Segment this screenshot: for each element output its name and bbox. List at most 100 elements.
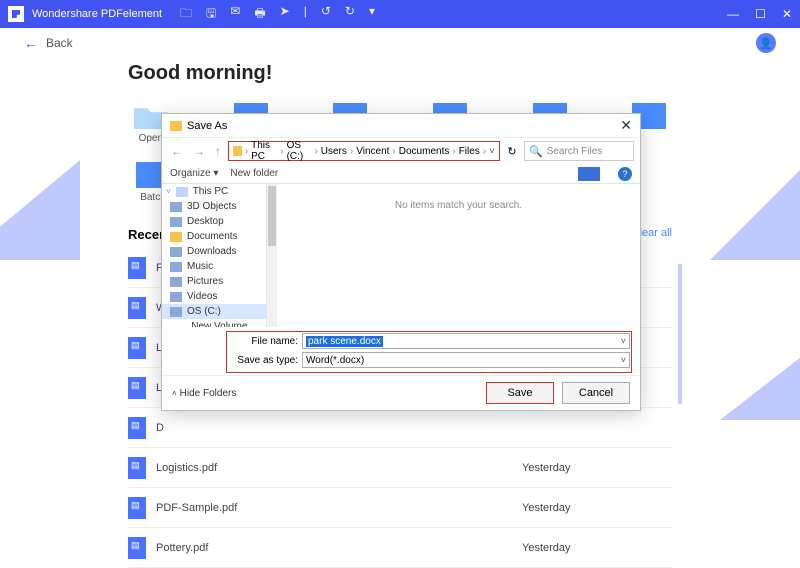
search-placeholder: Search Files	[547, 146, 603, 157]
folder-icon	[170, 121, 182, 131]
user-avatar[interactable]: 👤	[756, 33, 776, 53]
minimize-icon[interactable]: —	[727, 7, 739, 21]
recent-row[interactable]: Pottery.pdfYesterday	[128, 528, 672, 568]
search-icon: 🔍	[529, 145, 543, 158]
file-name: Logistics.pdf	[156, 462, 522, 474]
save-type-select[interactable]: Word(*.docx) ˅	[302, 352, 630, 368]
file-name: D	[156, 422, 522, 434]
chevron-down-icon[interactable]: ˅	[489, 146, 495, 157]
help-icon[interactable]: ?	[618, 167, 632, 181]
folder-icon	[176, 187, 188, 197]
chevron-right-icon: ›	[483, 146, 486, 157]
dialog-close-icon[interactable]: ✕	[620, 117, 632, 134]
file-name: Pottery.pdf	[156, 542, 522, 554]
chevron-down-icon[interactable]: ˅	[621, 355, 626, 365]
file-pane: No items match your search.	[277, 184, 640, 327]
filename-input[interactable]: park scene.docx ˅	[302, 333, 630, 349]
back-arrow-icon[interactable]: ←	[24, 35, 38, 51]
filename-label: File name:	[228, 336, 298, 347]
app-logo	[8, 6, 24, 22]
tree-label: Pictures	[187, 276, 223, 287]
redo-icon[interactable]: ↻	[345, 4, 355, 25]
document-icon	[128, 257, 146, 279]
tree-item[interactable]: ˅New Volume (D:)	[162, 319, 266, 327]
page-title: Good morning!	[128, 62, 672, 85]
close-icon[interactable]: ✕	[782, 7, 792, 21]
chevron-right-icon: ›	[350, 146, 353, 157]
folder-icon	[170, 262, 182, 272]
new-folder-button[interactable]: New folder	[230, 168, 278, 179]
hide-folders-button[interactable]: ˄Hide Folders	[172, 388, 236, 399]
recent-row[interactable]: D	[128, 408, 672, 448]
chevron-down-icon[interactable]: ˅	[621, 336, 626, 346]
organize-button[interactable]: Organize ▾	[170, 168, 218, 179]
chevron-right-icon: ›	[314, 146, 317, 157]
search-input[interactable]: 🔍 Search Files	[524, 141, 634, 161]
type-label: Save as type:	[228, 355, 298, 366]
save-icon[interactable]: 🖫	[206, 4, 216, 25]
crumb-segment[interactable]: OS (C:)	[287, 140, 312, 162]
crumb-segment[interactable]: This PC	[251, 140, 277, 162]
scrollbar[interactable]	[678, 264, 682, 404]
tree-item[interactable]: Documents	[162, 229, 266, 244]
menu-icon[interactable]: ▾	[369, 4, 375, 25]
back-label[interactable]: Back	[46, 36, 73, 50]
nav-up-icon[interactable]: ↑	[212, 144, 224, 158]
mail-icon[interactable]: ✉	[230, 4, 240, 25]
crumb-segment[interactable]: Users	[321, 146, 347, 157]
folder-icon	[170, 307, 182, 317]
document-icon	[128, 537, 146, 559]
breadcrumb[interactable]: › This PC›OS (C:)›Users›Vincent›Document…	[228, 141, 500, 161]
undo-icon[interactable]: ↺	[321, 4, 331, 25]
view-mode-button[interactable]	[578, 167, 600, 181]
tree-item[interactable]: Music	[162, 259, 266, 274]
maximize-icon[interactable]: ☐	[755, 7, 766, 21]
tree-label: Downloads	[187, 246, 236, 257]
title-toolbar: 🗀 🖫 ✉ 🖶 ➤ | ↺ ↻ ▾	[180, 4, 375, 25]
tree-scrollbar[interactable]	[267, 184, 277, 327]
document-icon	[128, 337, 146, 359]
share-icon[interactable]: ➤	[280, 4, 290, 25]
tree-label: This PC	[193, 186, 229, 197]
crumb-segment[interactable]: Documents	[399, 146, 450, 157]
tree-item[interactable]: Downloads	[162, 244, 266, 259]
folder-icon	[170, 292, 182, 302]
recent-row[interactable]: PDF-Sample.pdfYesterday	[128, 488, 672, 528]
app-title: Wondershare PDFelement	[32, 8, 162, 20]
tree-item[interactable]: OS (C:)	[162, 304, 266, 319]
expand-icon[interactable]: ˅	[166, 187, 171, 196]
crumb-segment[interactable]: Files	[459, 146, 480, 157]
tree-label: Desktop	[187, 216, 224, 227]
nav-back-icon[interactable]: ←	[168, 144, 186, 158]
file-time: Yesterday	[522, 542, 672, 554]
chevron-right-icon: ›	[452, 146, 455, 157]
document-icon	[128, 417, 146, 439]
document-icon	[128, 457, 146, 479]
divider: |	[304, 4, 307, 25]
empty-message: No items match your search.	[395, 200, 522, 211]
tree-label: Videos	[187, 291, 217, 302]
tree-item[interactable]: Desktop	[162, 214, 266, 229]
save-button[interactable]: Save	[486, 382, 554, 404]
tree-item[interactable]: Videos	[162, 289, 266, 304]
tree-item[interactable]: Pictures	[162, 274, 266, 289]
tree-item[interactable]: 3D Objects	[162, 199, 266, 214]
open-icon[interactable]: 🗀	[180, 4, 192, 25]
print-icon[interactable]: 🖶	[254, 4, 265, 25]
save-as-dialog: Save As ✕ ← → ↑ › This PC›OS (C:)›Users›…	[161, 113, 641, 411]
folder-tree[interactable]: ˅ This PC 3D Objects Desktop Documents Downlo…	[162, 184, 267, 327]
document-icon	[128, 297, 146, 319]
crumb-segment[interactable]: Vincent	[356, 146, 389, 157]
folder-icon	[170, 247, 182, 257]
cancel-button[interactable]: Cancel	[562, 382, 630, 404]
folder-icon	[170, 202, 182, 212]
folder-icon	[233, 146, 242, 156]
nav-fwd-icon[interactable]: →	[190, 144, 208, 158]
document-icon	[128, 377, 146, 399]
recent-row[interactable]: Logistics.pdfYesterday	[128, 448, 672, 488]
tree-label: OS (C:)	[187, 306, 221, 317]
chevron-right-icon: ›	[392, 146, 395, 157]
refresh-icon[interactable]: ↻	[504, 145, 520, 158]
tree-label: 3D Objects	[187, 201, 236, 212]
tree-item[interactable]: ˅ This PC	[162, 184, 266, 199]
